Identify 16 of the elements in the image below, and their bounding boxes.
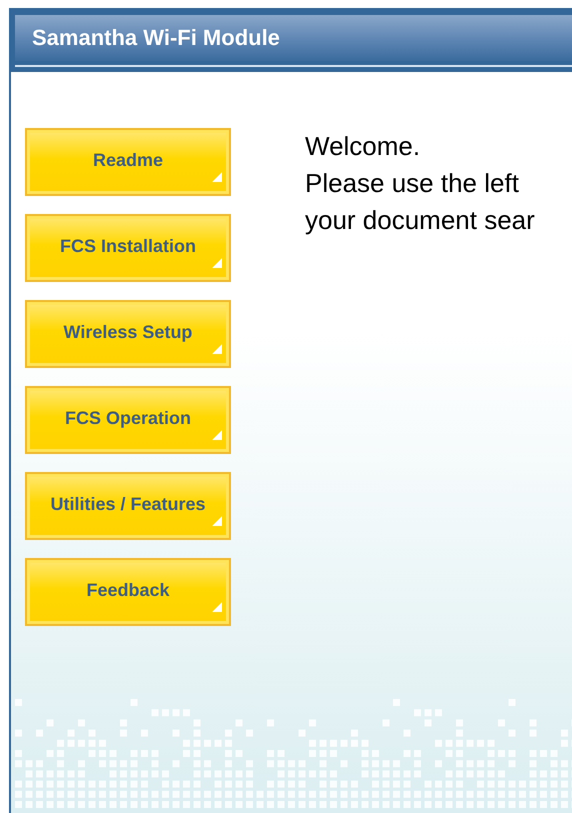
window-title: Samantha Wi-Fi Module (32, 25, 280, 51)
nav-button[interactable]: FCS Operation (25, 386, 231, 454)
nav-button[interactable]: FCS Installation (25, 214, 231, 282)
corner-triangle-icon (212, 258, 222, 268)
corner-triangle-icon (212, 516, 222, 526)
welcome-text: Please use the left (305, 167, 520, 200)
corner-triangle-icon (212, 344, 222, 354)
nav-button[interactable]: Wireless Setup (25, 300, 231, 368)
welcome-text: Welcome. (305, 130, 422, 163)
nav-button[interactable]: Utilities / Features (25, 472, 231, 540)
corner-triangle-icon (212, 430, 222, 440)
welcome-text: your document sear (305, 204, 535, 237)
nav-button[interactable]: Feedback (25, 558, 231, 626)
corner-triangle-icon (212, 602, 222, 612)
nav-button[interactable]: Readme (25, 128, 231, 196)
corner-triangle-icon (212, 172, 222, 182)
